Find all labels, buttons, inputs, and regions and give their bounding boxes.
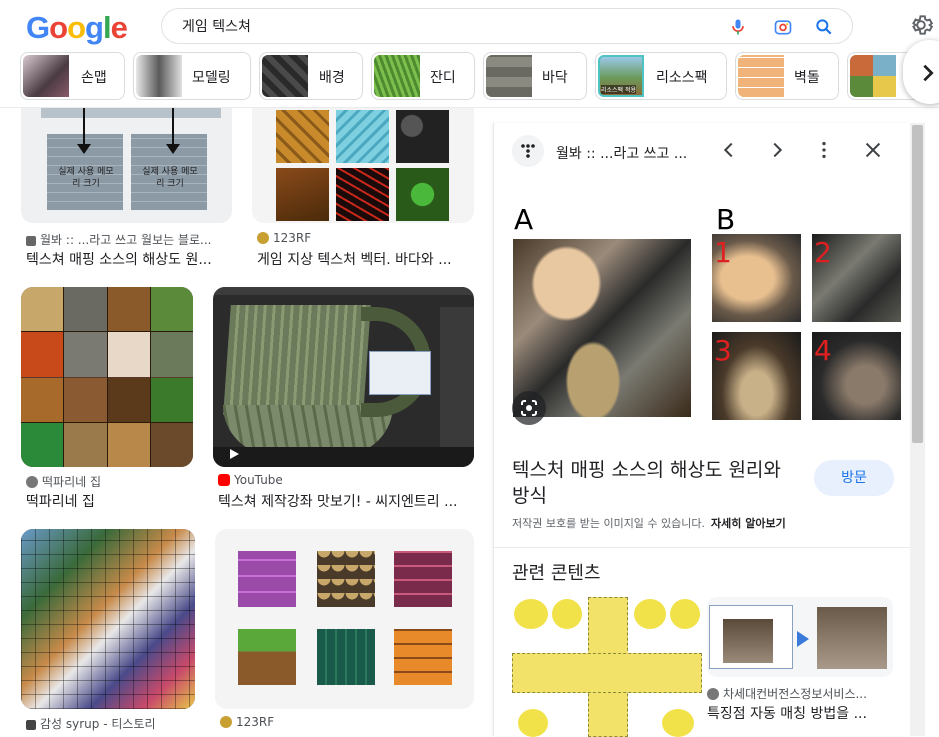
- tile-number: 4: [814, 334, 832, 367]
- chips-next-button[interactable]: [903, 40, 939, 104]
- chevron-right-icon: [923, 64, 934, 82]
- result-image-6[interactable]: [215, 529, 474, 709]
- chip-thumbnail: [23, 55, 69, 97]
- play-icon[interactable]: [227, 447, 241, 461]
- dots-logo-icon: [521, 144, 535, 158]
- image-results-grid: 실제 사용 메모리 크기 실제 사용 메모리 크기 월봐 :: ...라고 쓰고…: [0, 108, 490, 736]
- chevron-left-icon[interactable]: [718, 139, 740, 161]
- chip-thumbnail: [738, 55, 784, 97]
- close-icon[interactable]: [862, 139, 884, 161]
- chip-label: 모델링: [192, 70, 231, 86]
- chip-label: 리소스팩: [656, 70, 708, 86]
- label-b: B: [716, 203, 736, 236]
- panel-top-spacer: [493, 108, 925, 123]
- texture-tile-4: 4: [812, 332, 901, 420]
- result-source[interactable]: 떡파리네 집: [26, 473, 101, 490]
- chevron-right-icon[interactable]: [766, 139, 788, 161]
- image-caption: 실제 사용 메모리 크기: [58, 167, 114, 189]
- panel-title[interactable]: 텍스처 매핑 소스의 해상도 원리와 방식: [512, 457, 802, 509]
- result-image-2[interactable]: [252, 108, 474, 223]
- result-source[interactable]: 월봐 :: ...라고 쓰고 월보는 블로...: [26, 231, 212, 248]
- chip-label: 바닥: [542, 70, 568, 86]
- texture-tile-3: 3: [712, 332, 801, 420]
- lens-icon: [521, 400, 537, 416]
- result-image-1[interactable]: 실제 사용 메모리 크기 실제 사용 메모리 크기: [21, 108, 232, 223]
- tile-number: 1: [714, 236, 732, 269]
- result-title[interactable]: 떡파리네 집: [26, 491, 196, 511]
- chip-7[interactable]: 벽돌: [735, 52, 839, 100]
- image-caption: 실제 사용 메모리 크기: [142, 167, 198, 189]
- result-title[interactable]: 게임 지상 텍스처 벡터. 바다와 ...: [257, 249, 472, 269]
- image-preview-panel: 월봐 :: ...라고 쓰고 ... A B 1 2 3 4 텍스처 매핑 소스…: [493, 123, 911, 737]
- lens-search-button[interactable]: [512, 391, 546, 425]
- search-input[interactable]: [182, 16, 702, 36]
- chip-thumbnail: [374, 55, 420, 97]
- lens-icon[interactable]: [773, 17, 793, 37]
- related-content-heading: 관련 콘텐츠: [512, 563, 601, 584]
- result-title[interactable]: 텍스쳐 매핑 소스의 해상도 원...: [26, 249, 241, 269]
- chip-6[interactable]: 리소스팩 적용 리소스팩: [595, 52, 727, 100]
- chip-2[interactable]: 모델링: [133, 52, 251, 100]
- texture-tile-2: 2: [812, 234, 901, 322]
- chip-thumbnail: [262, 55, 308, 97]
- search-box[interactable]: [161, 8, 853, 44]
- result-source[interactable]: 123RF: [220, 715, 274, 729]
- related-image-2[interactable]: [707, 597, 893, 677]
- chip-label: 손맵: [81, 70, 107, 86]
- related-image-1[interactable]: [512, 597, 702, 737]
- chip-label: 잔디: [430, 70, 456, 86]
- result-image-4[interactable]: [213, 287, 474, 467]
- scrollbar-thumb[interactable]: [912, 125, 923, 443]
- chip-label: 배경: [319, 70, 345, 86]
- result-source[interactable]: YouTube: [218, 473, 283, 487]
- chip-label: 벽돌: [794, 70, 820, 86]
- panel-source[interactable]: 월봐 :: ...라고 쓰고 ...: [556, 143, 687, 163]
- gear-icon[interactable]: [908, 12, 934, 38]
- result-source[interactable]: 123RF: [257, 231, 311, 245]
- result-source[interactable]: 감성 syrup - 티스토리: [26, 715, 156, 732]
- panel-header: 월봐 :: ...라고 쓰고 ...: [494, 123, 911, 181]
- visit-button[interactable]: 방문: [814, 460, 894, 496]
- chip-thumbnail: 리소스팩 적용: [598, 55, 644, 97]
- learn-more-link[interactable]: 자세히 알아보기: [711, 517, 786, 530]
- tile-number: 3: [714, 334, 732, 367]
- site-favicon: [512, 135, 544, 167]
- chip-1[interactable]: 손맵: [20, 52, 125, 100]
- tile-number: 2: [814, 236, 832, 269]
- result-image-5[interactable]: [21, 529, 195, 709]
- search-icon[interactable]: [814, 17, 834, 37]
- chip-thumbnail: [136, 55, 182, 97]
- copyright-notice: 저작권 보호를 받는 이미지일 수 있습니다. 자세히 알아보기: [512, 515, 786, 531]
- mic-icon[interactable]: [728, 17, 748, 37]
- chip-5[interactable]: 바닥: [483, 52, 587, 100]
- google-logo[interactable]: Google: [26, 10, 128, 46]
- divider: [494, 547, 911, 548]
- related-search-chips: 손맵 모델링 배경 잔디 바닥 리소스팩 적용 리소스팩 벽돌: [20, 52, 939, 100]
- label-a: A: [514, 203, 534, 236]
- related-title[interactable]: 특징점 자동 매칭 방법을 ...: [707, 703, 867, 723]
- header: Google 손맵 모델링 배경: [0, 0, 939, 108]
- panel-main-image[interactable]: A B 1 2 3 4: [494, 187, 911, 439]
- chip-thumbnail: [850, 55, 896, 97]
- texture-tile-1: 1: [712, 234, 801, 322]
- panel-scrollbar[interactable]: [910, 123, 925, 736]
- chip-thumbnail: [486, 55, 532, 97]
- result-image-3[interactable]: [21, 287, 193, 467]
- chip-thumb-caption: 리소스팩 적용: [601, 85, 637, 94]
- related-source[interactable]: 차세대컨버전스정보서비스...: [707, 685, 867, 702]
- more-vert-icon[interactable]: [813, 139, 835, 161]
- chip-3[interactable]: 배경: [259, 52, 363, 100]
- chip-4[interactable]: 잔디: [371, 52, 475, 100]
- copyright-text: 저작권 보호를 받는 이미지일 수 있습니다.: [512, 517, 706, 530]
- result-title[interactable]: 텍스쳐 제작강좌 맛보기! - 씨지엔트리 ...: [218, 491, 474, 511]
